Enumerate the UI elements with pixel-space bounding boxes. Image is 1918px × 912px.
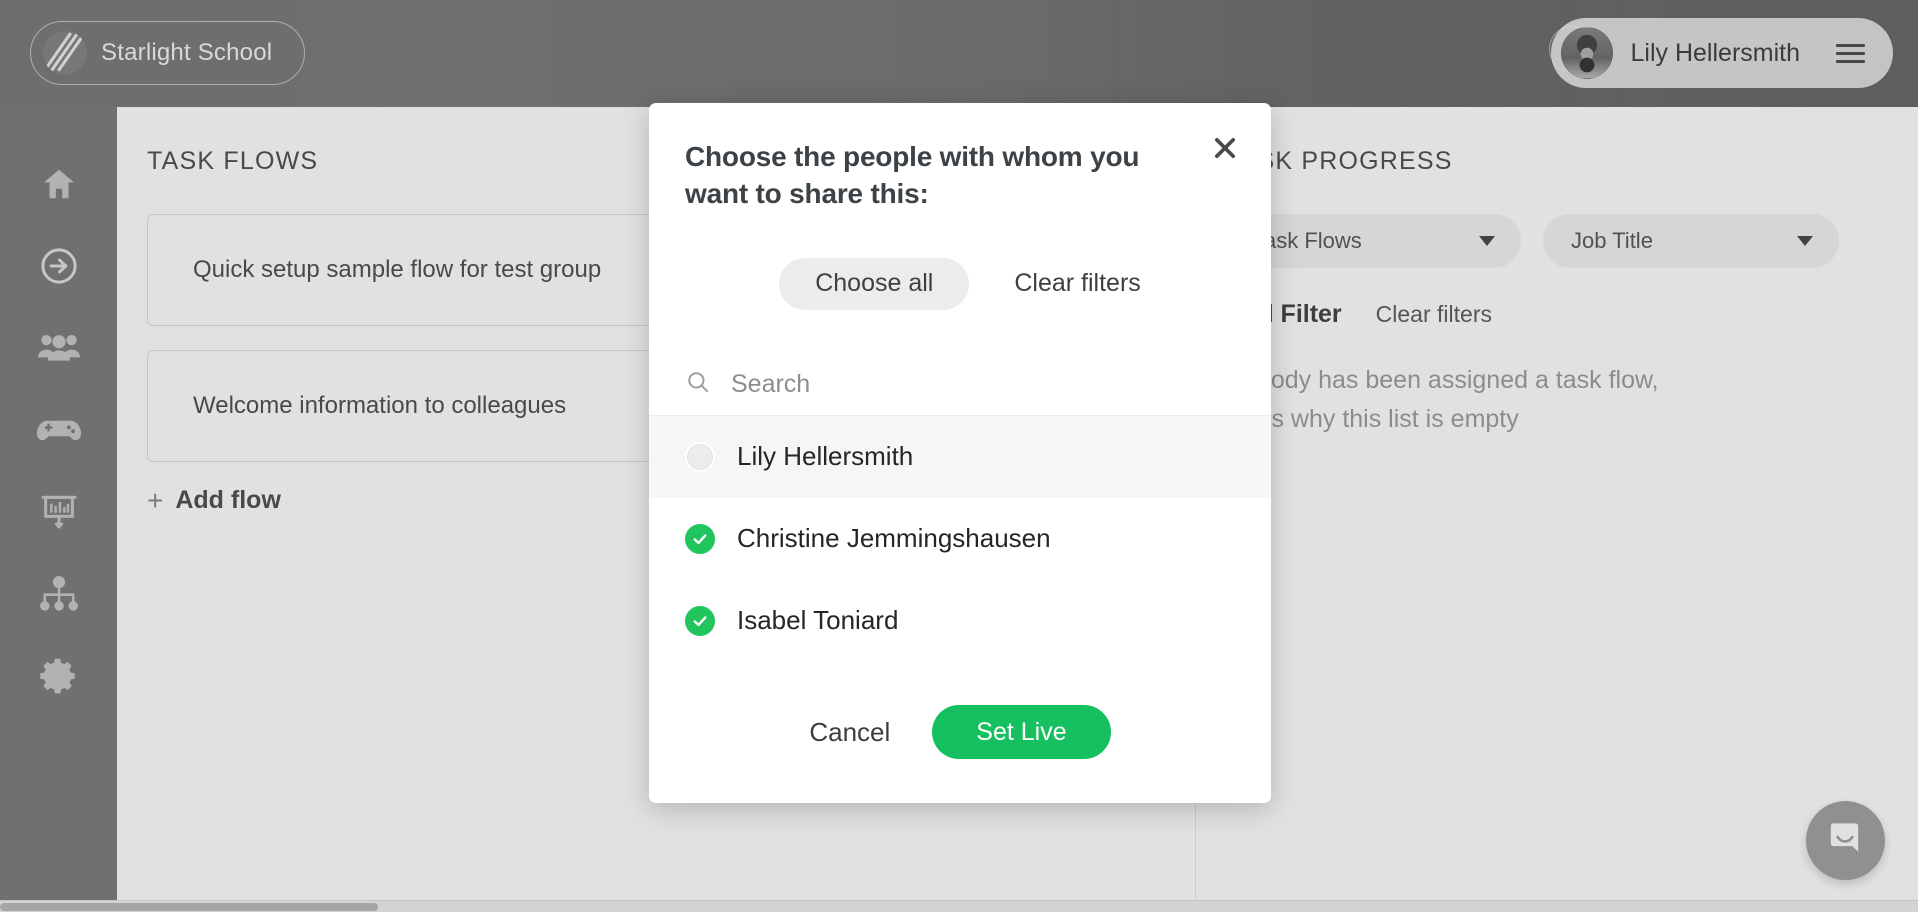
search-input[interactable]	[731, 369, 1235, 399]
person-row-lily-hellersmith[interactable]: Lily Hellersmith	[649, 415, 1271, 498]
person-name: Lily Hellersmith	[737, 441, 914, 472]
share-modal: Choose the people with whom you want to …	[649, 103, 1271, 803]
cancel-button[interactable]: Cancel	[809, 717, 890, 748]
set-live-button[interactable]: Set Live	[932, 705, 1111, 759]
checkbox-unchecked-icon[interactable]	[685, 441, 715, 472]
modal-title: Choose the people with whom you want to …	[685, 141, 1140, 209]
people-list: Lily Hellersmith Christine Jemmingshause…	[649, 415, 1271, 705]
modal-actions: Cancel Set Live	[685, 705, 1235, 803]
checkbox-checked-icon[interactable]	[685, 523, 715, 554]
modal-filters-bar: Choose all Clear filters	[685, 257, 1235, 310]
checkbox-checked-icon[interactable]	[685, 605, 715, 636]
person-name: Christine Jemmingshausen	[737, 523, 1051, 554]
person-row-christine-jemmingshausen[interactable]: Christine Jemmingshausen	[649, 498, 1271, 580]
search-field[interactable]	[649, 354, 1271, 416]
search-icon	[685, 369, 711, 400]
close-icon[interactable]	[1207, 130, 1243, 166]
clear-filters-button[interactable]: Clear filters	[1014, 269, 1140, 298]
person-row-isabel-toniard[interactable]: Isabel Toniard	[649, 580, 1271, 662]
choose-all-button[interactable]: Choose all	[779, 257, 970, 310]
app-root: Starlight School Lily Hellersmith TASK F…	[0, 0, 1918, 912]
person-name: Isabel Toniard	[737, 605, 899, 636]
